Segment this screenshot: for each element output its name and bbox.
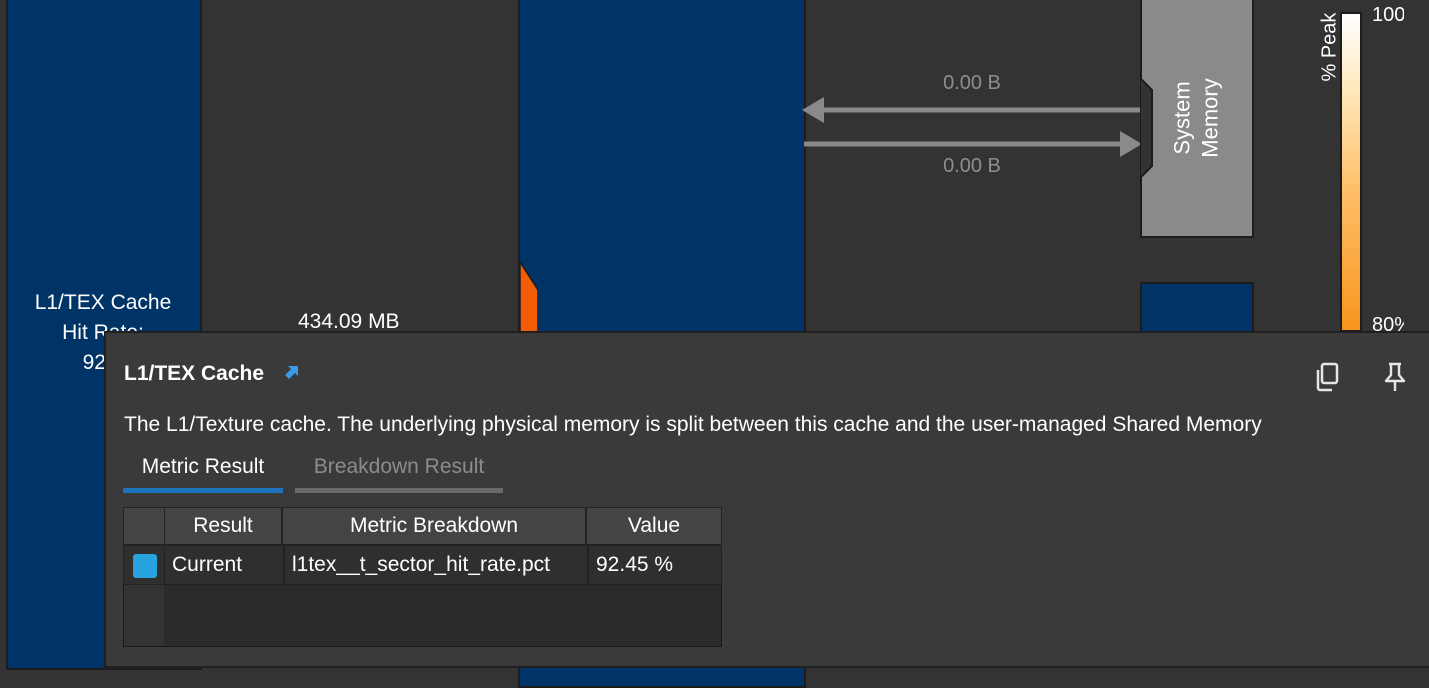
column-header-result[interactable]: Result: [164, 507, 282, 545]
system-memory-label: System Memory: [1152, 0, 1242, 236]
orange-port-marker: [520, 262, 538, 342]
copy-icon: [1316, 362, 1339, 392]
table-cell-value[interactable]: 92.45 %: [588, 545, 722, 585]
read-bytes-label: 0.00 B: [943, 72, 1001, 94]
colorbar-title: % Peak: [1318, 12, 1341, 82]
column-header-color: [123, 507, 165, 545]
pin-button[interactable]: [1378, 360, 1412, 394]
tab-breakdown-result[interactable]: Breakdown Result: [295, 455, 503, 493]
peak-axis-label: % Peak: [1300, 13, 1360, 82]
external-link-icon[interactable]: [284, 364, 300, 380]
table-cell-metric[interactable]: l1tex__t_sector_hit_rate.pct: [284, 545, 588, 585]
column-header-value[interactable]: Value: [586, 507, 722, 545]
tooltip-description: The L1/Texture cache. The underlying phy…: [124, 413, 1262, 436]
colorbar-tick-top: 100: [1372, 4, 1404, 26]
write-bytes-label: 0.00 B: [943, 155, 1001, 177]
pin-icon: [1384, 362, 1406, 391]
memory-arrows: [802, 97, 1142, 157]
read-arrow-icon: [802, 97, 1140, 123]
tab-metric-result[interactable]: Metric Result: [123, 455, 283, 493]
system-memory-label-line-1: System: [1169, 81, 1195, 155]
table-row-gutter: [124, 585, 164, 646]
write-arrow-icon: [804, 131, 1142, 157]
table-cell-result[interactable]: Current: [164, 545, 284, 585]
l1-label-line-1: L1/TEX Cache: [34, 291, 172, 314]
series-color-swatch: [133, 554, 157, 578]
copy-button[interactable]: [1310, 360, 1344, 394]
tooltip-title: L1/TEX Cache: [124, 362, 265, 385]
column-header-metric-breakdown[interactable]: Metric Breakdown: [282, 507, 586, 545]
system-memory-label-line-2: Memory: [1197, 78, 1223, 158]
